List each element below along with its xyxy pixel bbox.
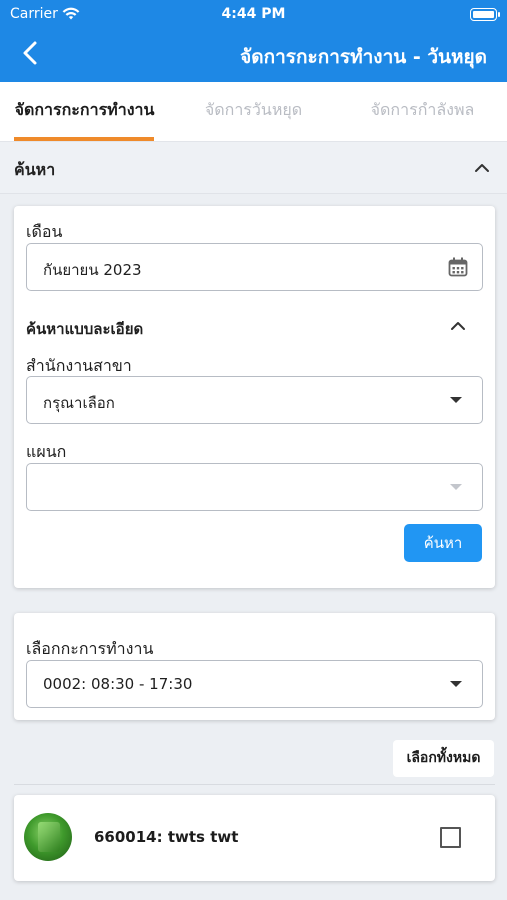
employee-checkbox[interactable] [440, 827, 461, 848]
caret-down-icon [450, 397, 462, 403]
month-label: เดือน [26, 222, 63, 241]
divider [14, 784, 495, 785]
select-all-button[interactable]: เลือกทั้งหมด [393, 740, 494, 777]
tab-holiday-management[interactable]: จัดการวันหยุด [169, 82, 338, 142]
month-picker[interactable]: กันยายน 2023 [26, 243, 483, 291]
advanced-collapse-icon[interactable] [448, 316, 468, 336]
caret-down-icon [450, 681, 462, 687]
search-button[interactable]: ค้นหา [404, 524, 482, 562]
app-header: Carrier 4:44 PM จัดการกะการทำงาน - วันหย… [0, 0, 507, 82]
battery-icon [470, 8, 500, 21]
branch-select[interactable]: กรุณาเลือก [26, 376, 483, 424]
caret-down-icon [450, 484, 462, 490]
status-time: 4:44 PM [221, 6, 286, 22]
tab-active-indicator [14, 137, 154, 141]
branch-value: กรุณาเลือก [43, 394, 115, 412]
advanced-search-label: ค้นหาแบบละเอียด [26, 320, 144, 338]
avatar [24, 813, 72, 861]
calendar-icon [448, 257, 468, 281]
shift-value: 0002: 08:30 - 17:30 [43, 675, 193, 693]
tab-manpower-management[interactable]: จัดการกำลังพล [338, 82, 507, 142]
department-label: แผนก [26, 442, 67, 461]
shift-card: เลือกกะการทำงาน 0002: 08:30 - 17:30 [14, 613, 495, 720]
month-value: กันยายน 2023 [43, 261, 142, 279]
back-button[interactable] [16, 38, 46, 68]
shift-label: เลือกกะการทำงาน [26, 639, 154, 658]
employee-list-item[interactable]: 660014: twts twt [14, 795, 495, 881]
employee-name: 660014: twts twt [94, 828, 239, 846]
chevron-left-icon [23, 41, 37, 65]
shift-select[interactable]: 0002: 08:30 - 17:30 [26, 660, 483, 708]
search-card: เดือน กันยายน 2023 ค้นหาแบบละเอียด สำนัก… [14, 206, 495, 588]
status-bar: Carrier 4:44 PM [0, 6, 507, 24]
tab-shift-management[interactable]: จัดการกะการทำงาน [0, 82, 169, 142]
page-title: จัดการกะการทำงาน - วันหยุด [240, 46, 487, 68]
search-section-header[interactable]: ค้นหา [0, 142, 507, 194]
chevron-up-icon[interactable] [472, 158, 492, 178]
search-section-label: ค้นหา [14, 160, 56, 179]
department-select[interactable] [26, 463, 483, 511]
tab-bar: จัดการกะการทำงาน จัดการวันหยุด จัดการกำล… [0, 82, 507, 142]
